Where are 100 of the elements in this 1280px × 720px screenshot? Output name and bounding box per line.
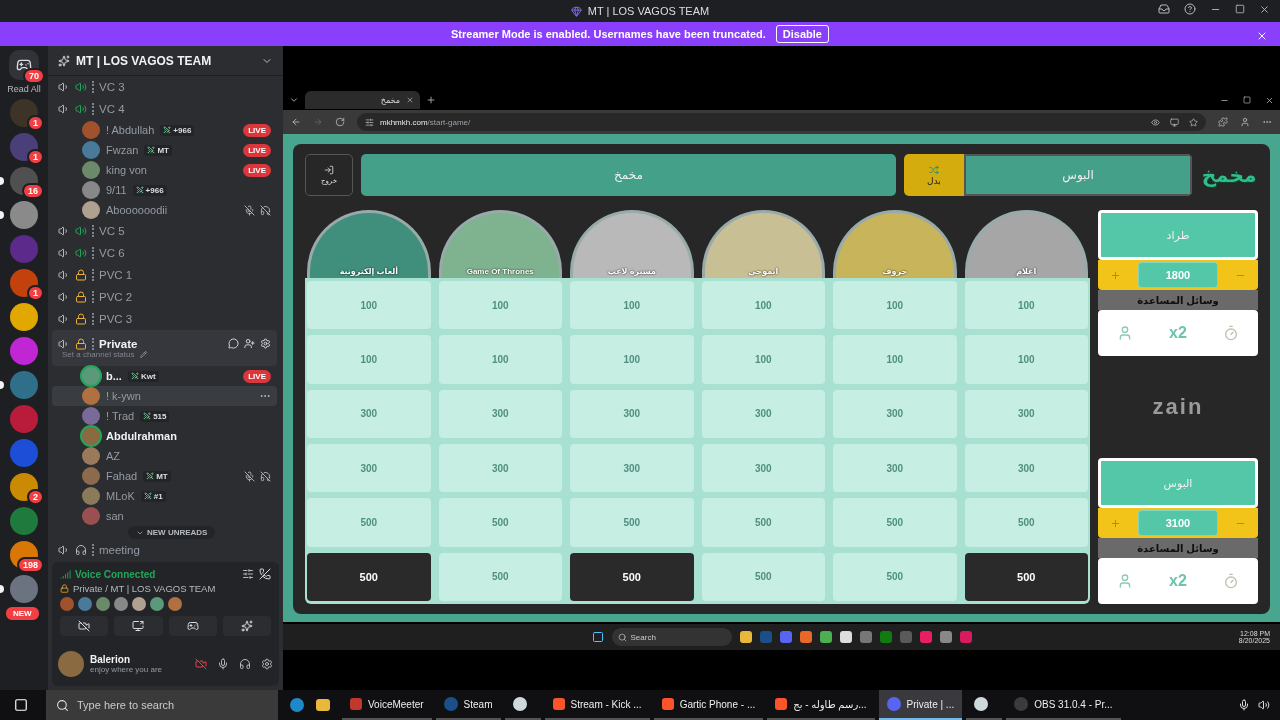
address-bar[interactable]: mkhmkh.com/start-game/ (357, 113, 1206, 131)
question-cell[interactable]: 500 (964, 552, 1088, 601)
search-field[interactable]: Search (611, 628, 732, 646)
question-cell[interactable]: 300 (307, 389, 431, 438)
tab-list-icon[interactable] (289, 95, 299, 105)
activity-button[interactable] (168, 616, 217, 636)
taskbar-app-icon[interactable] (819, 631, 832, 643)
question-cell[interactable]: 300 (701, 389, 825, 438)
profile-icon[interactable] (1240, 117, 1250, 127)
close-icon[interactable] (1265, 95, 1274, 105)
taskbar-app[interactable]: رسم طاوله - بج... (767, 690, 875, 720)
question-cell[interactable]: 300 (307, 444, 431, 493)
server-icon[interactable] (10, 99, 38, 127)
screen-share-button[interactable] (114, 616, 163, 636)
edge-icon[interactable] (290, 698, 304, 712)
member-row[interactable]: 9/11 +966 (52, 180, 277, 200)
new-tab-icon[interactable] (426, 95, 436, 105)
chat-icon[interactable] (228, 338, 239, 349)
taskbar-app-icon[interactable] (739, 631, 752, 643)
channel-status[interactable]: Set a channel status (62, 349, 135, 359)
member-row[interactable]: MLoK #1 (52, 486, 277, 506)
headphones-icon[interactable] (239, 658, 251, 670)
member-row[interactable]: Fahad MT (52, 466, 277, 486)
read-all-link[interactable]: Read All (7, 84, 41, 94)
taskbar-app[interactable]: Gartic Phone - ... (653, 690, 764, 720)
question-cell[interactable]: 100 (307, 281, 431, 330)
soundboard-button[interactable] (222, 616, 271, 636)
member-row[interactable]: ! k-ywn (52, 386, 277, 406)
help-icon[interactable] (1184, 3, 1196, 15)
user-avatar[interactable] (58, 651, 84, 677)
member-row[interactable]: Aboooooodii (52, 200, 277, 220)
server-icon[interactable] (10, 167, 38, 195)
question-cell[interactable]: 500 (570, 498, 694, 547)
voice-channel[interactable]: VC 5 (52, 220, 277, 242)
extensions-icon[interactable] (1218, 117, 1228, 127)
browser-tab[interactable]: مخمخ (305, 91, 420, 109)
question-cell[interactable]: 100 (307, 335, 431, 384)
disable-button[interactable]: Disable (775, 25, 829, 43)
server-icon[interactable] (10, 473, 38, 501)
question-cell[interactable]: 300 (701, 444, 825, 493)
reload-icon[interactable] (335, 117, 345, 127)
new-unreads-button[interactable]: NEW UNREADS (128, 526, 216, 539)
voice-channel[interactable]: VC 6 (52, 242, 277, 264)
question-cell[interactable]: 100 (701, 335, 825, 384)
camera-off-icon[interactable] (195, 658, 207, 670)
taskbar-app-icon[interactable] (839, 631, 852, 643)
question-cell[interactable]: 300 (570, 444, 694, 493)
close-icon[interactable] (1256, 30, 1268, 42)
taskbar-app[interactable]: Steam (435, 690, 501, 720)
close-icon[interactable] (406, 96, 414, 104)
voice-channel-path[interactable]: Private / MT | LOS VAGOS TEAM (73, 583, 216, 594)
voice-channel[interactable]: PVC 2 (52, 286, 277, 308)
question-cell[interactable]: 300 (438, 444, 562, 493)
disconnect-icon[interactable] (259, 568, 271, 580)
question-cell[interactable]: 100 (438, 335, 562, 384)
question-cell[interactable]: 100 (701, 281, 825, 330)
question-cell[interactable]: 500 (833, 498, 957, 547)
folder-icon[interactable] (316, 699, 330, 711)
question-cell[interactable]: 100 (964, 281, 1088, 330)
member-row[interactable]: king von LIVE (52, 160, 277, 180)
mic-icon[interactable] (1238, 699, 1250, 711)
server-header[interactable]: MT | LOS VAGOS TEAM (48, 46, 283, 76)
voice-channel[interactable]: Private Set a channel status (52, 330, 277, 366)
member-row[interactable]: b... Kwt LIVE (52, 366, 277, 386)
voice-channel[interactable]: PVC 3 (52, 308, 277, 330)
question-cell[interactable]: 500 (701, 552, 825, 601)
swap-button[interactable]: بدل (904, 154, 964, 196)
member-row[interactable]: san (52, 506, 277, 526)
camera-button[interactable] (60, 616, 109, 636)
member-row[interactable]: Abdulrahman (52, 426, 277, 446)
settings-icon[interactable] (261, 658, 273, 670)
question-cell[interactable]: 300 (833, 444, 957, 493)
question-cell[interactable]: 300 (964, 389, 1088, 438)
taskbar-app[interactable]: Stream - Kick ... (544, 690, 650, 720)
inbox-icon[interactable] (1158, 3, 1170, 15)
question-cell[interactable]: 100 (964, 335, 1088, 384)
question-cell[interactable]: 500 (964, 498, 1088, 547)
member-row[interactable]: Fwzan MT LIVE (52, 140, 277, 160)
question-cell[interactable]: 500 (701, 498, 825, 547)
server-icon[interactable] (10, 269, 38, 297)
taskbar-app[interactable]: VoiceMeeter (342, 690, 432, 720)
question-cell[interactable]: 100 (570, 281, 694, 330)
question-cell[interactable]: 300 (438, 389, 562, 438)
invite-icon[interactable] (244, 338, 255, 349)
question-cell[interactable]: 100 (833, 335, 957, 384)
search-field[interactable]: Type here to search (46, 690, 278, 720)
server-icon[interactable] (10, 133, 38, 161)
member-row[interactable]: AZ (52, 446, 277, 466)
back-icon[interactable] (291, 117, 301, 127)
question-cell[interactable]: 500 (438, 552, 562, 601)
volume-icon[interactable] (1258, 699, 1270, 711)
question-cell[interactable]: 300 (570, 389, 694, 438)
question-cell[interactable]: 500 (438, 498, 562, 547)
member-row[interactable]: ! Trad 515 (52, 406, 277, 426)
question-cell[interactable]: 300 (833, 389, 957, 438)
server-icon[interactable] (10, 303, 38, 331)
question-cell[interactable]: 500 (307, 498, 431, 547)
maximize-icon[interactable] (1243, 95, 1251, 104)
maximize-icon[interactable] (1235, 4, 1245, 14)
taskbar-app[interactable]: OBS 31.0.4 - Pr... (1006, 690, 1121, 720)
